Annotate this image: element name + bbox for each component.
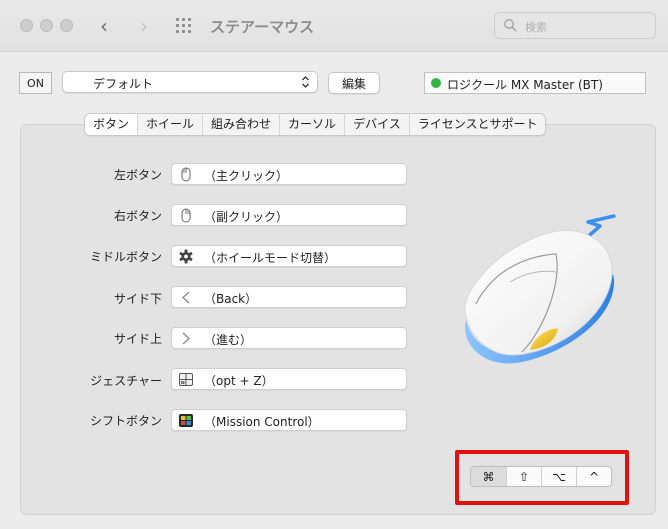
tab-wheel[interactable]: ホイール xyxy=(137,114,202,135)
gesture-grid-icon xyxy=(179,373,193,386)
search-placeholder: 検索 xyxy=(525,21,547,34)
option-key-toggle[interactable]: ⌥ xyxy=(541,467,576,486)
side-down-action[interactable]: （Back） xyxy=(171,286,407,308)
on-toggle-button[interactable]: ON xyxy=(19,72,52,94)
modifier-key-group: ⌘ ⇧ ⌥ ^ xyxy=(470,466,612,487)
forward-arrow-icon[interactable]: › xyxy=(140,14,148,38)
middle-button-label: ミドルボタン xyxy=(89,250,162,264)
tab-license-support[interactable]: ライセンスとサポート xyxy=(408,114,546,135)
chevron-left-icon xyxy=(182,291,190,304)
mission-control-icon xyxy=(179,414,193,427)
title-bar: ‹ › ステアーマウス 検索 xyxy=(0,0,668,52)
back-arrow-icon[interactable]: ‹ xyxy=(100,14,108,38)
tab-combinations[interactable]: 組み合わせ xyxy=(202,114,279,135)
command-key-toggle[interactable]: ⌘ xyxy=(471,467,506,486)
gesture-label: ジェスチャー xyxy=(90,374,162,388)
shift-button-label: シフトボタン xyxy=(89,414,162,428)
show-all-grid-icon[interactable] xyxy=(176,18,194,34)
side-up-label: サイド上 xyxy=(113,332,162,346)
mouse-illustration xyxy=(464,214,616,364)
left-button-action[interactable]: （主クリック） xyxy=(171,163,407,185)
side-down-label: サイド下 xyxy=(113,292,162,306)
tab-bar: ボタン ホイール 組み合わせ カーソル デバイス ライセンスとサポート xyxy=(84,113,547,136)
chevron-up-down-icon xyxy=(302,76,309,88)
shift-key-toggle[interactable]: ⇧ xyxy=(506,467,541,486)
mouse-icon xyxy=(181,167,191,182)
window-title: ステアーマウス xyxy=(210,18,315,36)
search-field[interactable]: 検索 xyxy=(494,12,656,39)
zoom-window-button[interactable] xyxy=(60,19,73,32)
device-selector[interactable]: ロジクール MX Master (BT) xyxy=(424,72,646,94)
middle-button-action[interactable]: （ホイールモード切替） xyxy=(171,245,407,267)
action-value: （Back） xyxy=(204,292,258,306)
edit-button[interactable]: 編集 xyxy=(328,72,380,94)
action-value: （副クリック） xyxy=(204,210,289,224)
action-value: （進む） xyxy=(204,333,253,347)
shift-button-action[interactable]: （Mission Control） xyxy=(171,409,407,431)
action-value: （ホイールモード切替） xyxy=(204,251,337,265)
action-value: （Mission Control） xyxy=(204,415,320,429)
device-name: ロジクール MX Master (BT) xyxy=(447,78,603,92)
right-button-label: 右ボタン xyxy=(113,209,162,223)
right-button-action[interactable]: （副クリック） xyxy=(171,204,407,226)
action-value: （主クリック） xyxy=(204,169,289,183)
connected-status-icon xyxy=(431,78,441,88)
tab-buttons[interactable]: ボタン xyxy=(85,114,138,135)
profile-select[interactable]: デフォルト xyxy=(62,71,318,93)
minimize-window-button[interactable] xyxy=(40,19,53,32)
mouse-icon xyxy=(181,208,191,223)
left-button-label: 左ボタン xyxy=(113,168,162,182)
tab-cursor[interactable]: カーソル xyxy=(279,114,344,135)
chevron-right-icon xyxy=(182,332,190,345)
side-up-action[interactable]: （進む） xyxy=(171,327,407,349)
control-key-toggle[interactable]: ^ xyxy=(576,467,611,486)
profile-value: デフォルト xyxy=(93,77,154,91)
app-window: ‹ › ステアーマウス 検索 ON デフォルト 編集 ロジクール MX Mast… xyxy=(0,0,668,529)
gesture-action[interactable]: （opt + Z） xyxy=(171,368,407,390)
close-window-button[interactable] xyxy=(20,19,33,32)
action-value: （opt + Z） xyxy=(204,374,274,388)
search-icon xyxy=(504,19,517,32)
tab-device[interactable]: デバイス xyxy=(344,114,409,135)
gear-icon xyxy=(179,249,193,264)
